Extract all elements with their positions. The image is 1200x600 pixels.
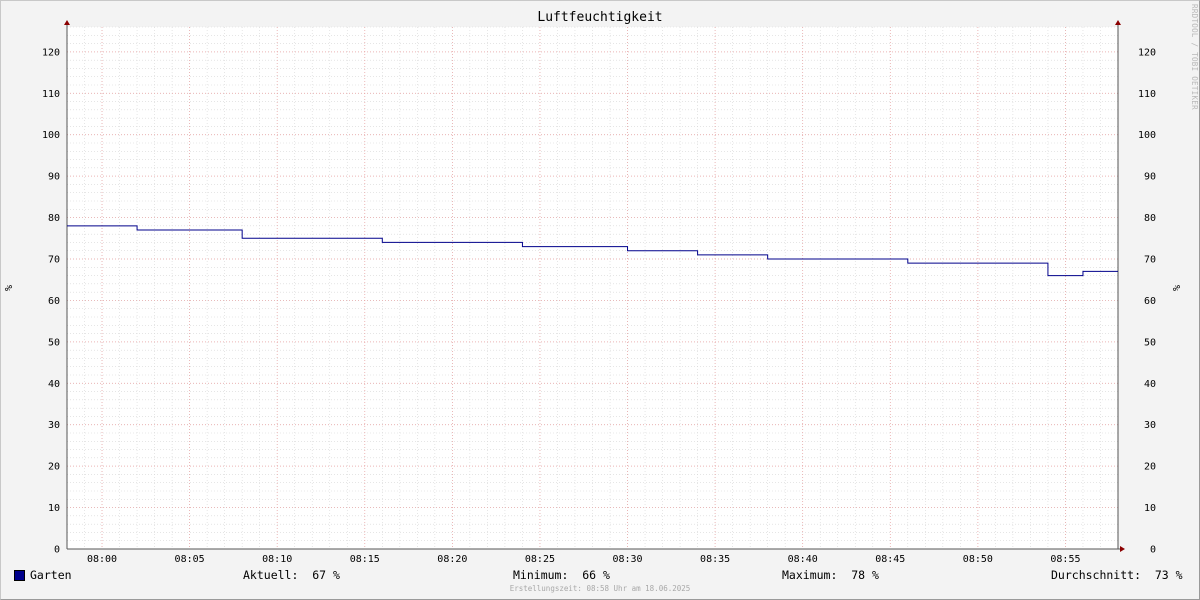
- y-tick-label-right: 70: [1144, 255, 1156, 266]
- y-tick-label-left: 20: [48, 462, 60, 473]
- y-tick-label-right: 120: [1138, 47, 1156, 58]
- y-tick-label-left: 50: [48, 337, 60, 348]
- stat-maximum: Maximum: 78 %: [782, 568, 879, 582]
- x-tick-label: 08:45: [875, 554, 905, 565]
- y-tick-label-right: 20: [1144, 462, 1156, 473]
- y-tick-label-left: 80: [48, 213, 60, 224]
- legend-row: Garten Aktuell: 67 % Minimum: 66 % Maxim…: [0, 567, 1200, 583]
- y-tick-label-right: 90: [1144, 172, 1156, 183]
- x-tick-label: 08:10: [262, 554, 292, 565]
- y-tick-label-left: 90: [48, 172, 60, 183]
- x-tick-label: 08:20: [437, 554, 467, 565]
- y-tick-label-right: 40: [1144, 379, 1156, 390]
- x-tick-label: 08:25: [525, 554, 555, 565]
- y-tick-label-right: 10: [1144, 503, 1156, 514]
- x-tick-label: 08:55: [1050, 554, 1080, 565]
- x-axis-arrow: [1120, 546, 1125, 552]
- y-tick-label-left: 120: [42, 47, 60, 58]
- y-tick-label-left: 110: [42, 89, 60, 100]
- y-tick-label-left: 30: [48, 420, 60, 431]
- y-tick-label-right: 110: [1138, 89, 1156, 100]
- y-tick-label-right: 50: [1144, 337, 1156, 348]
- y-tick-label-right: 100: [1138, 130, 1156, 141]
- x-tick-label: 08:35: [700, 554, 730, 565]
- x-tick-label: 08:30: [612, 554, 642, 565]
- y-tick-label-right: 0: [1150, 545, 1156, 556]
- legend-swatch: [14, 570, 25, 581]
- y-tick-label-left: 60: [48, 296, 60, 307]
- chart-plot: 0 0 10 10 20 20 30 30 40 40 50 50 60 60 70 70 80 80 90 90 10…: [4, 20, 1183, 565]
- y-tick-label-right: 60: [1144, 296, 1156, 307]
- stat-average: Durchschnitt: 73 %: [1051, 568, 1183, 582]
- y-axis-label-right: %: [1172, 285, 1183, 291]
- x-tick-label: 08:05: [175, 554, 205, 565]
- creation-timestamp: Erstellungszeit: 08:58 Uhr am 18.06.2025: [509, 584, 691, 593]
- y-tick-label-left: 40: [48, 379, 60, 390]
- y-tick-label-left: 70: [48, 255, 60, 266]
- x-tick-label: 08:00: [87, 554, 117, 565]
- stat-minimum: Minimum: 66 %: [513, 568, 610, 582]
- stat-current: Aktuell: 67 %: [243, 568, 340, 582]
- y-axis-label-left: %: [4, 285, 15, 291]
- x-tick-label: 08:50: [963, 554, 993, 565]
- y-tick-label-left: 10: [48, 503, 60, 514]
- rrdtool-watermark: RRDTOOL / TOBI OETIKER: [1190, 4, 1199, 110]
- y-tick-label-right: 30: [1144, 420, 1156, 431]
- x-tick-label: 08:40: [788, 554, 818, 565]
- y-tick-label-right: 80: [1144, 213, 1156, 224]
- legend-series-name: Garten: [30, 568, 72, 582]
- y-tick-label-left: 0: [54, 545, 60, 556]
- y-axis-left-arrow: [64, 20, 70, 25]
- y-tick-label-left: 100: [42, 130, 60, 141]
- x-tick-label: 08:15: [350, 554, 380, 565]
- y-axis-right-arrow: [1115, 20, 1121, 25]
